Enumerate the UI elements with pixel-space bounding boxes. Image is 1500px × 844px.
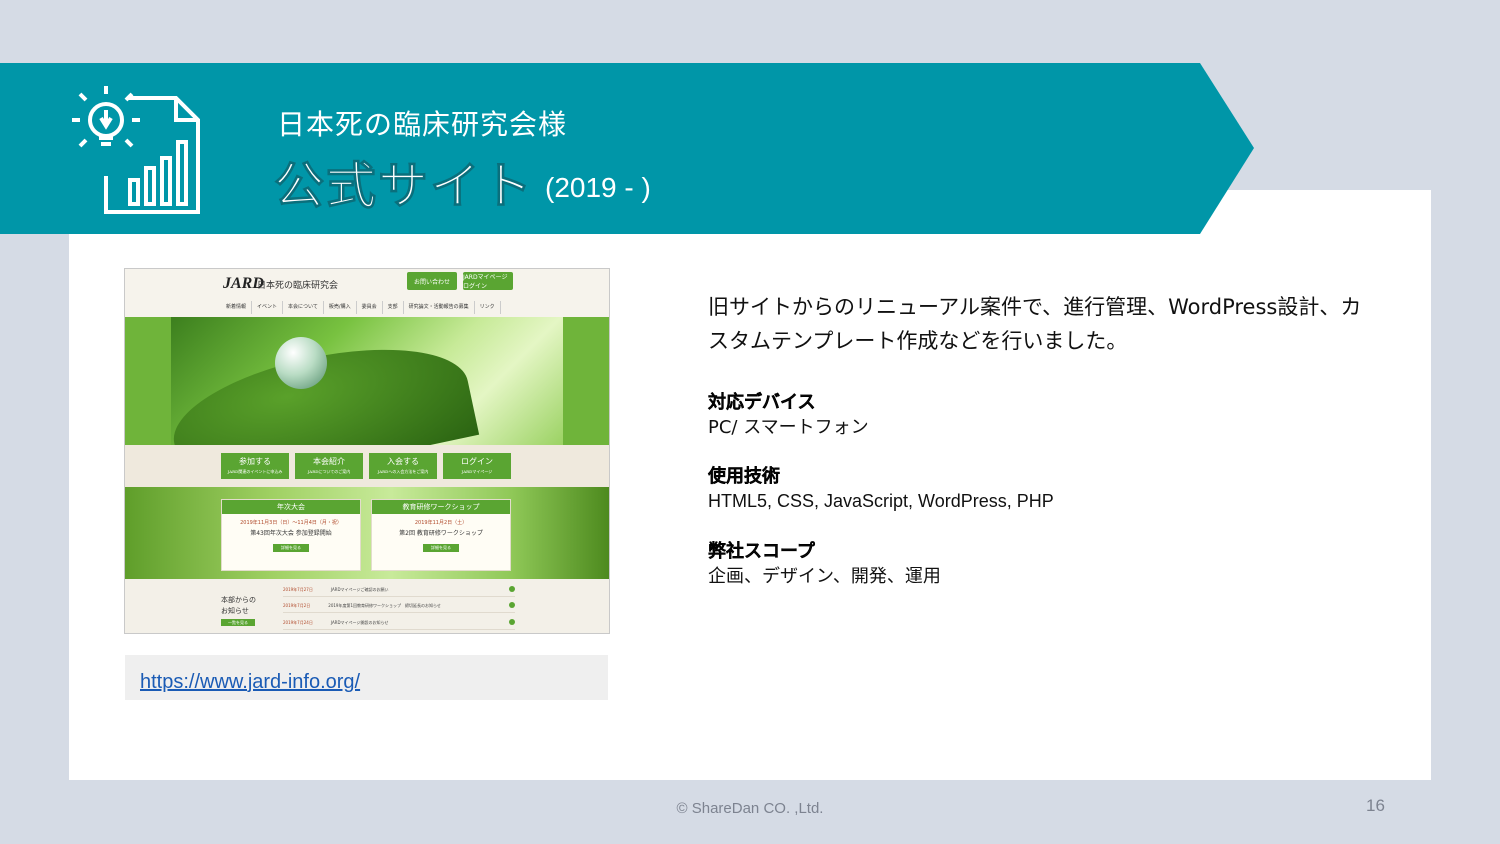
- url-box: https://www.jard-info.org/: [125, 655, 608, 700]
- technologies-section: 使用技術 HTML5, CSS, JavaScript, WordPress, …: [708, 464, 1054, 514]
- devices-section: 対応デバイス PC/ スマートフォン: [708, 390, 869, 440]
- news-row: 2019年7月24日 JARDマイページ開設のお知らせ: [283, 616, 515, 630]
- join-button: 参加する JARD関連のイベントに申込み: [221, 453, 289, 479]
- project-description: 旧サイトからのリニューアル案件で、進行管理、WordPress設計、カスタムテン…: [708, 295, 1362, 353]
- hero-image: [125, 317, 609, 497]
- about-button: 本会紹介 JARDについてのご案内: [295, 453, 363, 479]
- site-header: JARD 日本死の臨床研究会 お問い合わせ JARDマイページログイン 新着情報…: [125, 269, 609, 317]
- news-row: 2019年7月27日 JARDマイページご確認のお願い: [283, 583, 515, 597]
- event-card: 年次大会 2019年11月3日（日）〜11月4日（月・祝） 第43回年次大会 参…: [221, 499, 361, 571]
- site-nav-item: 研究論文・活動報告の募集: [404, 301, 475, 314]
- event-card: 教育研修ワークショップ 2019年11月2日（土） 第2回 教育研修ワークショッ…: [371, 499, 511, 571]
- site-nav-item: リンク: [475, 301, 501, 314]
- news-label: 本部からの お知らせ: [221, 596, 256, 615]
- year-range: (2019 - ): [545, 172, 651, 203]
- section-value: 企画、デザイン、開発、運用: [708, 566, 941, 587]
- login-button: ログイン JARDマイページ: [443, 453, 511, 479]
- site-nav: 新着情報 イベント 本会について 販売/購入 委員会 支部 研究論文・活動報告の…: [221, 301, 513, 314]
- mypage-login-button: JARDマイページログイン: [463, 272, 513, 290]
- news-more-button: 一覧を見る: [221, 619, 255, 626]
- contact-button: お問い合わせ: [407, 272, 457, 290]
- site-nav-item: 委員会: [357, 301, 383, 314]
- section-heading: 弊社スコープ: [708, 541, 815, 562]
- section-value: PC/ スマートフォン: [708, 417, 869, 438]
- glass-globe: [275, 337, 327, 389]
- site-url-link[interactable]: https://www.jard-info.org/: [140, 671, 360, 694]
- leaf-background: [125, 487, 609, 579]
- copyright-footer: © ShareDan CO. ,Ltd.: [676, 800, 824, 817]
- site-nav-item: 支部: [383, 301, 404, 314]
- section-value: HTML5, CSS, JavaScript, WordPress, PHP: [708, 491, 1054, 511]
- news-section: 本部からの お知らせ 一覧を見る 2019年7月27日 JARDマイページご確認のお…: [125, 579, 609, 633]
- scope-section: 弊社スコープ 企画、デザイン、開発、運用: [708, 539, 941, 589]
- section-heading: 対応デバイス: [708, 392, 816, 413]
- site-action-buttons: 参加する JARD関連のイベントに申込み 本会紹介 JARDについてのご案内 入会す…: [125, 445, 609, 487]
- page-title: 公式サイト: [274, 157, 534, 216]
- site-nav-item: 本会について: [283, 301, 324, 314]
- site-nav-item: イベント: [252, 301, 284, 314]
- client-name: 日本死の臨床研究会様: [277, 108, 568, 141]
- lightbulb-chart-icon: [66, 80, 206, 220]
- news-row: 2019年7月2日 2019年度第1回教育研修ワークショップ 締切延長のお知らせ: [283, 599, 515, 613]
- site-nav-item: 販売/購入: [324, 301, 357, 314]
- membership-button: 入会する JARDへの入会方法をご案内: [369, 453, 437, 479]
- page-number: 16: [1366, 796, 1385, 815]
- site-org-name: 日本死の臨床研究会: [257, 281, 339, 291]
- site-nav-item: 新着情報: [221, 301, 253, 314]
- section-heading: 使用技術: [708, 466, 780, 487]
- website-screenshot: JARD 日本死の臨床研究会 お問い合わせ JARDマイページログイン 新着情報…: [124, 268, 610, 634]
